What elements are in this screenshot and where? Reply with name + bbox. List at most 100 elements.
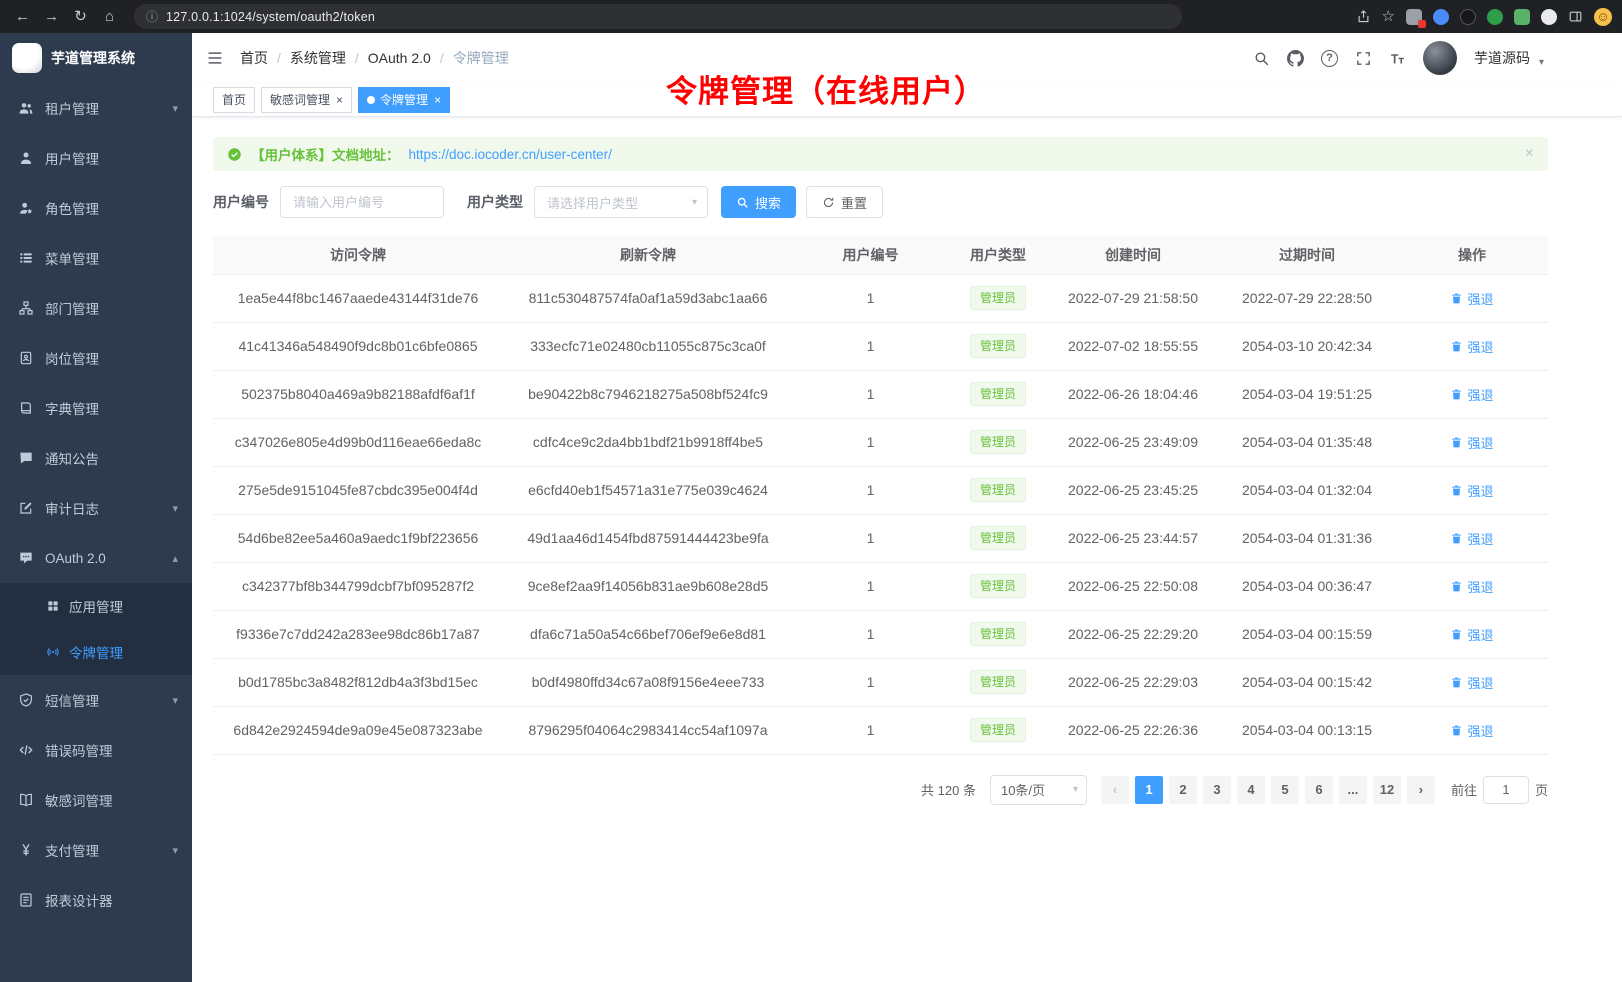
- topbar-actions: ? 芋道源码 ▾: [1253, 41, 1544, 75]
- force-logout-button[interactable]: 强退: [1450, 721, 1493, 740]
- user-type-select[interactable]: 请选择用户类型 ▾: [534, 186, 708, 218]
- page-button-1[interactable]: 1: [1135, 776, 1163, 804]
- user-avatar[interactable]: [1423, 41, 1457, 75]
- column-header: 访问令牌: [213, 236, 503, 274]
- fullscreen-icon[interactable]: [1355, 50, 1372, 67]
- side-panel-icon[interactable]: [1568, 9, 1583, 24]
- page-button-2[interactable]: 2: [1169, 776, 1197, 804]
- extensions-puzzle-icon[interactable]: [1406, 9, 1422, 25]
- prev-page-button[interactable]: ‹: [1101, 776, 1129, 804]
- github-icon[interactable]: [1287, 50, 1304, 67]
- force-logout-button[interactable]: 强退: [1450, 481, 1493, 500]
- force-logout-button[interactable]: 强退: [1450, 385, 1493, 404]
- browser-forward-icon[interactable]: →: [39, 0, 64, 33]
- force-logout-button[interactable]: 强退: [1450, 625, 1493, 644]
- sidebar-item-sensitive-word[interactable]: 敏感词管理: [0, 775, 192, 825]
- dark-extension-icon[interactable]: [1460, 9, 1476, 25]
- app-logo[interactable]: 芋道管理系统: [0, 33, 192, 83]
- annotation-text: 令牌管理（在线用户）: [666, 66, 986, 111]
- sidebar-collapse-icon[interactable]: [206, 49, 224, 67]
- sidebar-item-post[interactable]: 岗位管理: [0, 333, 192, 383]
- next-page-button[interactable]: ›: [1407, 776, 1435, 804]
- sidebar-item-tenant[interactable]: 租户管理▾: [0, 83, 192, 133]
- action-cell: 强退: [1396, 706, 1548, 754]
- page-size-select[interactable]: 10条/页 ▾: [990, 775, 1087, 805]
- sidebar-item-user[interactable]: 用户管理: [0, 133, 192, 183]
- sidebar-item-error-code[interactable]: 错误码管理: [0, 725, 192, 775]
- user-menu-caret-icon[interactable]: ▾: [1539, 57, 1544, 68]
- sidebar-item-dept[interactable]: 部门管理: [0, 283, 192, 333]
- user-type-cell: 管理员: [948, 322, 1048, 370]
- force-logout-button[interactable]: 强退: [1450, 529, 1493, 548]
- help-icon[interactable]: ?: [1321, 50, 1338, 67]
- menu-label: 岗位管理: [45, 348, 99, 368]
- alert-close-icon[interactable]: ×: [1525, 145, 1534, 163]
- user-name[interactable]: 芋道源码: [1474, 48, 1530, 68]
- sidebar-item-audit-log[interactable]: 审计日志▾: [0, 483, 192, 533]
- page-button-3[interactable]: 3: [1203, 776, 1231, 804]
- sidebar-item-report[interactable]: 报表设计器: [0, 875, 192, 925]
- menu-label: 字典管理: [45, 398, 99, 418]
- bookmark-star-icon[interactable]: ☆: [1382, 0, 1395, 33]
- force-logout-button[interactable]: 强退: [1450, 433, 1493, 452]
- app-icon: [46, 599, 60, 613]
- sidebar-item-oauth2[interactable]: OAuth 2.0▴: [0, 533, 192, 583]
- expire-time-cell: 2054-03-04 00:13:15: [1218, 706, 1396, 754]
- force-logout-button[interactable]: 强退: [1450, 577, 1493, 596]
- ghost-extension-icon[interactable]: [1541, 9, 1557, 25]
- force-logout-label: 强退: [1467, 577, 1493, 596]
- search-button-icon: [736, 196, 749, 209]
- tab-close-icon[interactable]: ×: [434, 94, 441, 106]
- delete-icon: [1450, 676, 1463, 689]
- page-ellipsis[interactable]: ...: [1339, 776, 1367, 804]
- menu-label: 支付管理: [45, 840, 99, 860]
- browser-back-icon[interactable]: ←: [10, 0, 35, 33]
- tab-home[interactable]: 首页: [213, 87, 255, 113]
- page-button-4[interactable]: 4: [1237, 776, 1265, 804]
- goto-page-input[interactable]: [1483, 776, 1529, 804]
- page-button-5[interactable]: 5: [1271, 776, 1299, 804]
- green-extension-icon[interactable]: [1487, 9, 1503, 25]
- delete-icon: [1450, 628, 1463, 641]
- breadcrumb-item[interactable]: 系统管理: [290, 48, 346, 68]
- site-info-icon[interactable]: ⓘ: [146, 8, 158, 25]
- tab-close-icon[interactable]: ×: [336, 94, 343, 106]
- user-id-input[interactable]: [280, 186, 444, 218]
- sidebar-subitem-app[interactable]: 应用管理: [0, 583, 192, 629]
- sidebar-item-notice[interactable]: 通知公告: [0, 433, 192, 483]
- force-logout-button[interactable]: 强退: [1450, 673, 1493, 692]
- sidebar-item-menu[interactable]: 菜单管理: [0, 233, 192, 283]
- user-type-badge: 管理员: [970, 286, 1026, 310]
- sidebar-item-sms[interactable]: 短信管理▾: [0, 675, 192, 725]
- alert-doc-link[interactable]: https://doc.iocoder.cn/user-center/: [409, 147, 612, 162]
- tab-sensitive-word[interactable]: 敏感词管理×: [261, 87, 352, 113]
- sidebar-item-dict[interactable]: 字典管理: [0, 383, 192, 433]
- sidebar-item-role[interactable]: 角色管理: [0, 183, 192, 233]
- share-icon[interactable]: [1356, 9, 1371, 24]
- force-logout-button[interactable]: 强退: [1450, 337, 1493, 356]
- menu-label: 用户管理: [45, 148, 99, 168]
- breadcrumb-item[interactable]: 首页: [240, 48, 268, 68]
- sidebar-subitem-token[interactable]: 令牌管理: [0, 629, 192, 675]
- search-button[interactable]: 搜索: [721, 186, 796, 218]
- page-button-6[interactable]: 6: [1305, 776, 1333, 804]
- tab-token[interactable]: 令牌管理×: [358, 87, 450, 113]
- menu-label: 菜单管理: [45, 248, 99, 268]
- font-size-icon[interactable]: [1389, 50, 1406, 67]
- reset-button[interactable]: 重置: [806, 186, 883, 218]
- expire-time-cell: 2054-03-04 01:35:48: [1218, 418, 1396, 466]
- browser-home-icon[interactable]: ⌂: [97, 0, 122, 33]
- user-type-badge: 管理员: [970, 478, 1026, 502]
- browser-reload-icon[interactable]: ↻: [68, 0, 93, 33]
- blue-extension-icon[interactable]: [1433, 9, 1449, 25]
- doc-icon: [18, 892, 34, 908]
- green-puzzle-extension-icon[interactable]: [1514, 9, 1530, 25]
- page-button-12[interactable]: 12: [1373, 776, 1401, 804]
- created-time-cell: 2022-06-25 23:44:57: [1048, 514, 1218, 562]
- breadcrumb-item[interactable]: OAuth 2.0: [368, 50, 431, 66]
- address-bar[interactable]: ⓘ 127.0.0.1:1024/system/oauth2/token: [134, 4, 1182, 29]
- force-logout-button[interactable]: 强退: [1450, 289, 1493, 308]
- search-icon[interactable]: [1253, 50, 1270, 67]
- sidebar-item-pay[interactable]: 支付管理▾: [0, 825, 192, 875]
- browser-profile-avatar[interactable]: ☺: [1594, 8, 1612, 26]
